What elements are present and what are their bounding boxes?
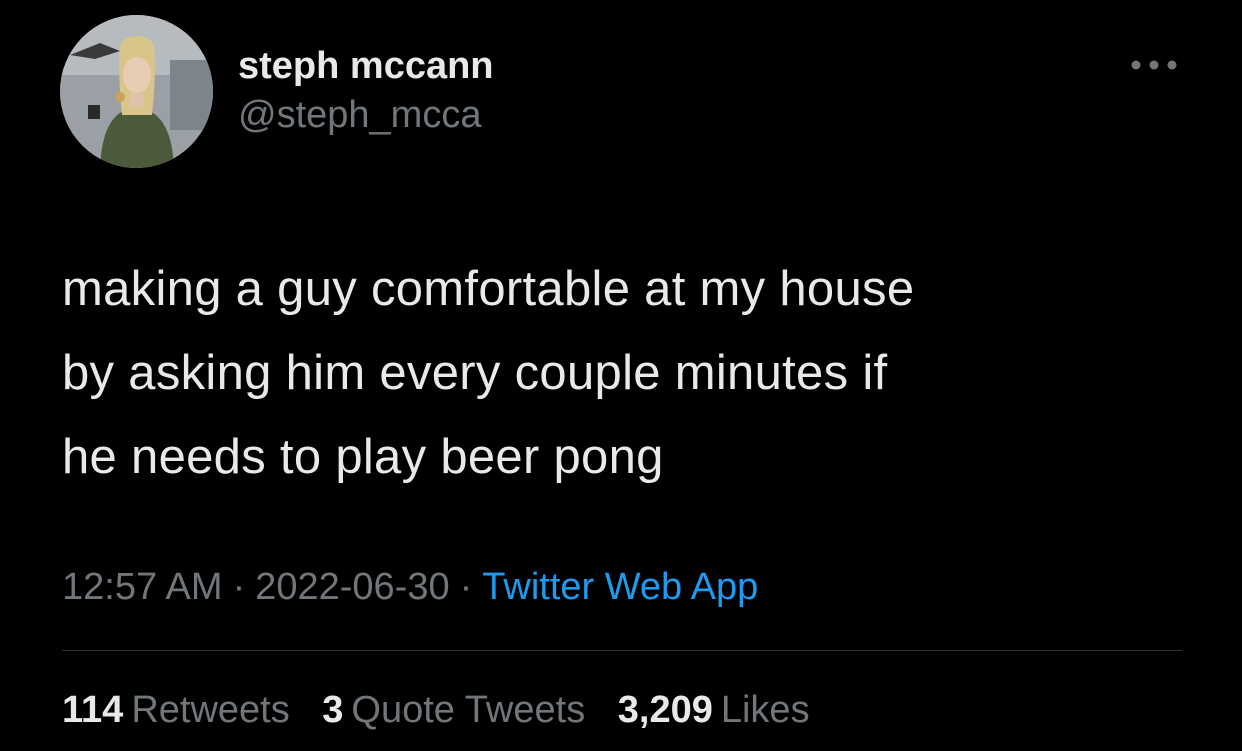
- tweet: steph mccann @steph_mcca making a guy co…: [0, 0, 1242, 751]
- tweet-stats: 114 Retweets 3 Quote Tweets 3,209 Likes: [62, 686, 832, 734]
- quote-tweets-count: 3: [322, 689, 344, 731]
- meta-separator: ·: [232, 566, 246, 608]
- divider: [62, 650, 1182, 651]
- likes-count: 3,209: [617, 689, 713, 731]
- avatar-photo: [60, 15, 213, 168]
- display-name[interactable]: steph mccann: [238, 44, 494, 88]
- avatar[interactable]: [60, 15, 213, 168]
- quote-tweets-stat[interactable]: 3 Quote Tweets: [322, 689, 585, 731]
- author-info: steph mccann @steph_mcca: [238, 44, 494, 138]
- user-handle[interactable]: @steph_mcca: [238, 92, 494, 138]
- tweet-time[interactable]: 12:57 AM: [62, 566, 223, 608]
- quote-tweets-label: Quote Tweets: [351, 689, 586, 731]
- tweet-date[interactable]: 2022-06-30: [255, 566, 449, 608]
- likes-stat[interactable]: 3,209 Likes: [618, 689, 810, 731]
- meta-separator: ·: [459, 566, 473, 608]
- likes-label: Likes: [720, 689, 810, 731]
- retweets-label: Retweets: [131, 689, 290, 731]
- retweets-count: 114: [62, 689, 124, 731]
- tweet-source-link[interactable]: Twitter Web App: [482, 566, 758, 608]
- tweet-meta: 12:57 AM · 2022-06-30 · Twitter Web App: [62, 563, 758, 611]
- more-icon[interactable]: [1130, 58, 1178, 72]
- tweet-text: making a guy comfortable at my house by …: [62, 262, 915, 484]
- retweets-stat[interactable]: 114 Retweets: [62, 689, 290, 731]
